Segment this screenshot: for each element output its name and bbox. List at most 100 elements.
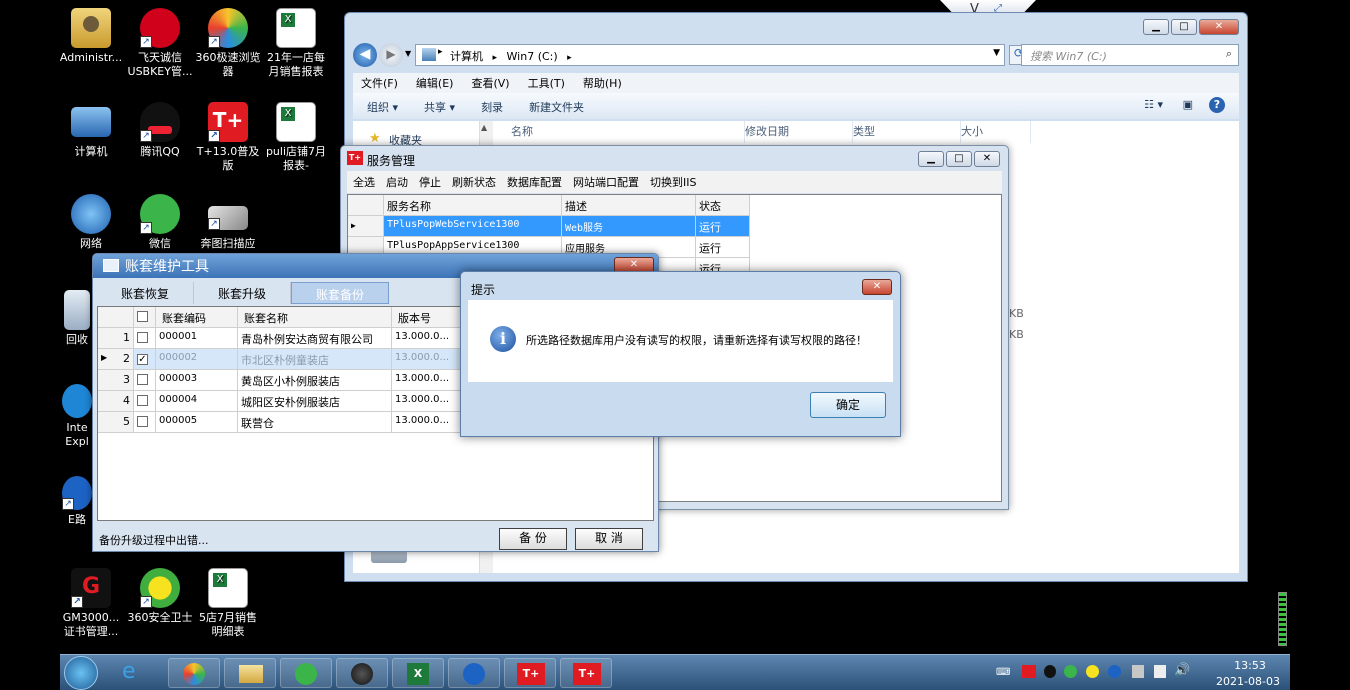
breadcrumb-drive[interactable]: Win7 (C:) [507, 50, 558, 63]
column-header-code[interactable]: 账套编码 [156, 307, 238, 328]
desktop-icon-gm3000[interactable]: G ↗ GM3000... 证书管理... [57, 568, 125, 639]
network-tray-icon[interactable] [1154, 665, 1166, 678]
maximize-icon[interactable]: □ [946, 151, 972, 167]
desktop-icon-label: 360极速浏览 器 [195, 51, 261, 78]
refresh-status-button[interactable]: 刷新状态 [452, 174, 496, 190]
tray-wechat-icon[interactable] [1064, 665, 1077, 678]
taskbar-app[interactable] [336, 658, 388, 688]
preview-pane-icon[interactable]: ▣ [1183, 98, 1193, 111]
column-header-type[interactable]: 类型 [853, 121, 961, 143]
desktop-icon-excel-1[interactable]: X 21年一店每 月销售报表 [262, 8, 330, 79]
keyboard-icon[interactable]: ⌨ [996, 667, 1010, 678]
menu-tools[interactable]: 工具(T) [528, 75, 565, 91]
desktop-icon-network[interactable]: 网络 [57, 194, 125, 251]
switch-iis-button[interactable]: 切换到IIS [650, 174, 696, 190]
start-button[interactable]: 启动 [386, 174, 408, 190]
column-header-description[interactable]: 描述 [562, 195, 696, 216]
close-icon[interactable]: ✕ [862, 279, 892, 295]
desktop-icon-excel-2[interactable]: X puli店铺7月 报表- [262, 102, 330, 173]
clock-date[interactable]: 2021-08-03 [1200, 675, 1296, 688]
desktop-icon-wechat[interactable]: ↗ 微信 [126, 194, 194, 251]
row-checkbox[interactable] [134, 370, 156, 391]
taskbar-tplus-1[interactable]: T+ [504, 658, 556, 688]
row-checkbox[interactable] [134, 391, 156, 412]
taskbar-explorer[interactable] [224, 658, 276, 688]
desktop-icon-scanner[interactable]: ↗ 奔图扫描应 [194, 194, 262, 251]
desktop-icon-excel-3[interactable]: X 5店7月销售 明细表 [194, 568, 262, 639]
new-folder-button[interactable]: 新建文件夹 [529, 99, 584, 114]
desktop-icon-administrator[interactable]: Administr... [57, 8, 125, 65]
port-config-button[interactable]: 网站端口配置 [573, 174, 639, 190]
taskbar-360-browser[interactable] [168, 658, 220, 688]
row-checkbox[interactable]: ✓ [134, 349, 156, 370]
share-button[interactable]: 共享 ▾ [424, 99, 455, 114]
column-header-status[interactable]: 状态 [696, 195, 750, 216]
clock-time[interactable]: 13:53 [1210, 659, 1290, 672]
info-icon: i [490, 326, 516, 352]
taskbar-e-lu[interactable] [448, 658, 500, 688]
desktop-icon-tplus[interactable]: T+ ↗ T+13.0普及 版 [194, 102, 262, 173]
close-icon[interactable]: ✕ [1199, 19, 1239, 35]
desktop-icon-360-safe[interactable]: ↗ 360安全卫士 [126, 568, 194, 625]
tray-e-lu-icon[interactable] [1108, 665, 1121, 678]
desktop-icon-recycle[interactable]: 回收 [57, 290, 97, 347]
taskbar-tplus-2[interactable]: T+ [560, 658, 612, 688]
burn-button[interactable]: 刻录 [481, 99, 503, 114]
tray-qq-icon[interactable] [1044, 665, 1056, 678]
minimize-icon[interactable]: ▁ [1143, 19, 1169, 35]
address-bar[interactable]: ▸ 计算机 ▸ Win7 (C:) ▸ ▼ [415, 44, 1005, 66]
column-header-name[interactable]: 账套名称 [238, 307, 392, 328]
column-header-name[interactable]: 名称 [511, 121, 745, 143]
taskbar-wechat[interactable] [280, 658, 332, 688]
tray-360-icon[interactable] [1086, 665, 1099, 678]
tab-restore[interactable]: 账套恢复 [97, 282, 195, 304]
desktop-icon-feitian[interactable]: ↗ 飞天诚信 USBKEY管... [126, 8, 194, 79]
chevron-down-icon[interactable]: ▼ [405, 49, 411, 58]
minimize-icon[interactable]: ▁ [918, 151, 944, 167]
volume-icon[interactable]: 🔊 [1174, 663, 1190, 678]
menu-file[interactable]: 文件(F) [361, 75, 398, 91]
menu-help[interactable]: 帮助(H) [583, 75, 622, 91]
row-checkbox[interactable] [134, 328, 156, 349]
start-button[interactable] [64, 656, 98, 690]
close-icon[interactable]: ✕ [974, 151, 1000, 167]
column-header-size[interactable]: 大小 [961, 121, 1031, 143]
view-options-icon[interactable]: ☷ ▾ [1144, 98, 1163, 111]
tab-backup[interactable]: 账套备份 [291, 282, 390, 304]
tray-tplus-icon[interactable] [1022, 665, 1036, 678]
stop-button[interactable]: 停止 [419, 174, 441, 190]
desktop-icon-elu[interactable]: ↗ E路 [57, 476, 97, 527]
desktop-icon-label: GM3000... 证书管理... [62, 611, 120, 638]
desktop-icon-360-browser[interactable]: ↗ 360极速浏览 器 [194, 8, 262, 79]
backup-button[interactable]: 备 份 [499, 528, 567, 550]
table-row[interactable]: ▶ TPlusPopWebService1300 Web服务 运行 [348, 216, 750, 237]
desktop-icon-ie[interactable]: Inte Expl [57, 384, 97, 449]
help-icon[interactable]: ? [1209, 97, 1225, 113]
maximize-icon[interactable]: □ [1171, 19, 1197, 35]
row-checkbox[interactable] [134, 412, 156, 433]
taskbar-excel[interactable]: X [392, 658, 444, 688]
organize-button[interactable]: 组织 ▾ [367, 99, 398, 114]
select-all-button[interactable]: 全选 [353, 174, 375, 190]
desktop-icon-computer[interactable]: 计算机 [57, 102, 125, 159]
tray-device-icon[interactable] [1132, 665, 1144, 678]
breadcrumb-computer[interactable]: 计算机 [450, 50, 483, 63]
search-icon[interactable]: ⌕ [1226, 47, 1232, 61]
menu-edit[interactable]: 编辑(E) [416, 75, 454, 91]
ie-icon [62, 384, 92, 418]
desktop-icon-qq[interactable]: ↗ 腾讯QQ [126, 102, 194, 159]
column-header-service-name[interactable]: 服务名称 [384, 195, 562, 216]
search-input[interactable]: 搜索 Win7 (C:) ⌕ [1021, 44, 1239, 66]
scroll-up-icon[interactable]: ▲ [481, 123, 487, 132]
database-config-button[interactable]: 数据库配置 [507, 174, 562, 190]
column-header-date[interactable]: 修改日期 [745, 121, 853, 143]
menu-view[interactable]: 查看(V) [471, 75, 509, 91]
ok-button[interactable]: 确定 [810, 392, 886, 418]
tab-upgrade[interactable]: 账套升级 [194, 282, 292, 304]
chevron-down-icon[interactable]: ▼ [993, 48, 1000, 58]
ie-icon[interactable]: e [122, 659, 136, 684]
forward-icon[interactable]: ▶ [379, 43, 403, 67]
select-all-checkbox[interactable] [134, 307, 156, 328]
back-icon[interactable]: ◀ [353, 43, 377, 67]
cancel-button[interactable]: 取 消 [575, 528, 643, 550]
